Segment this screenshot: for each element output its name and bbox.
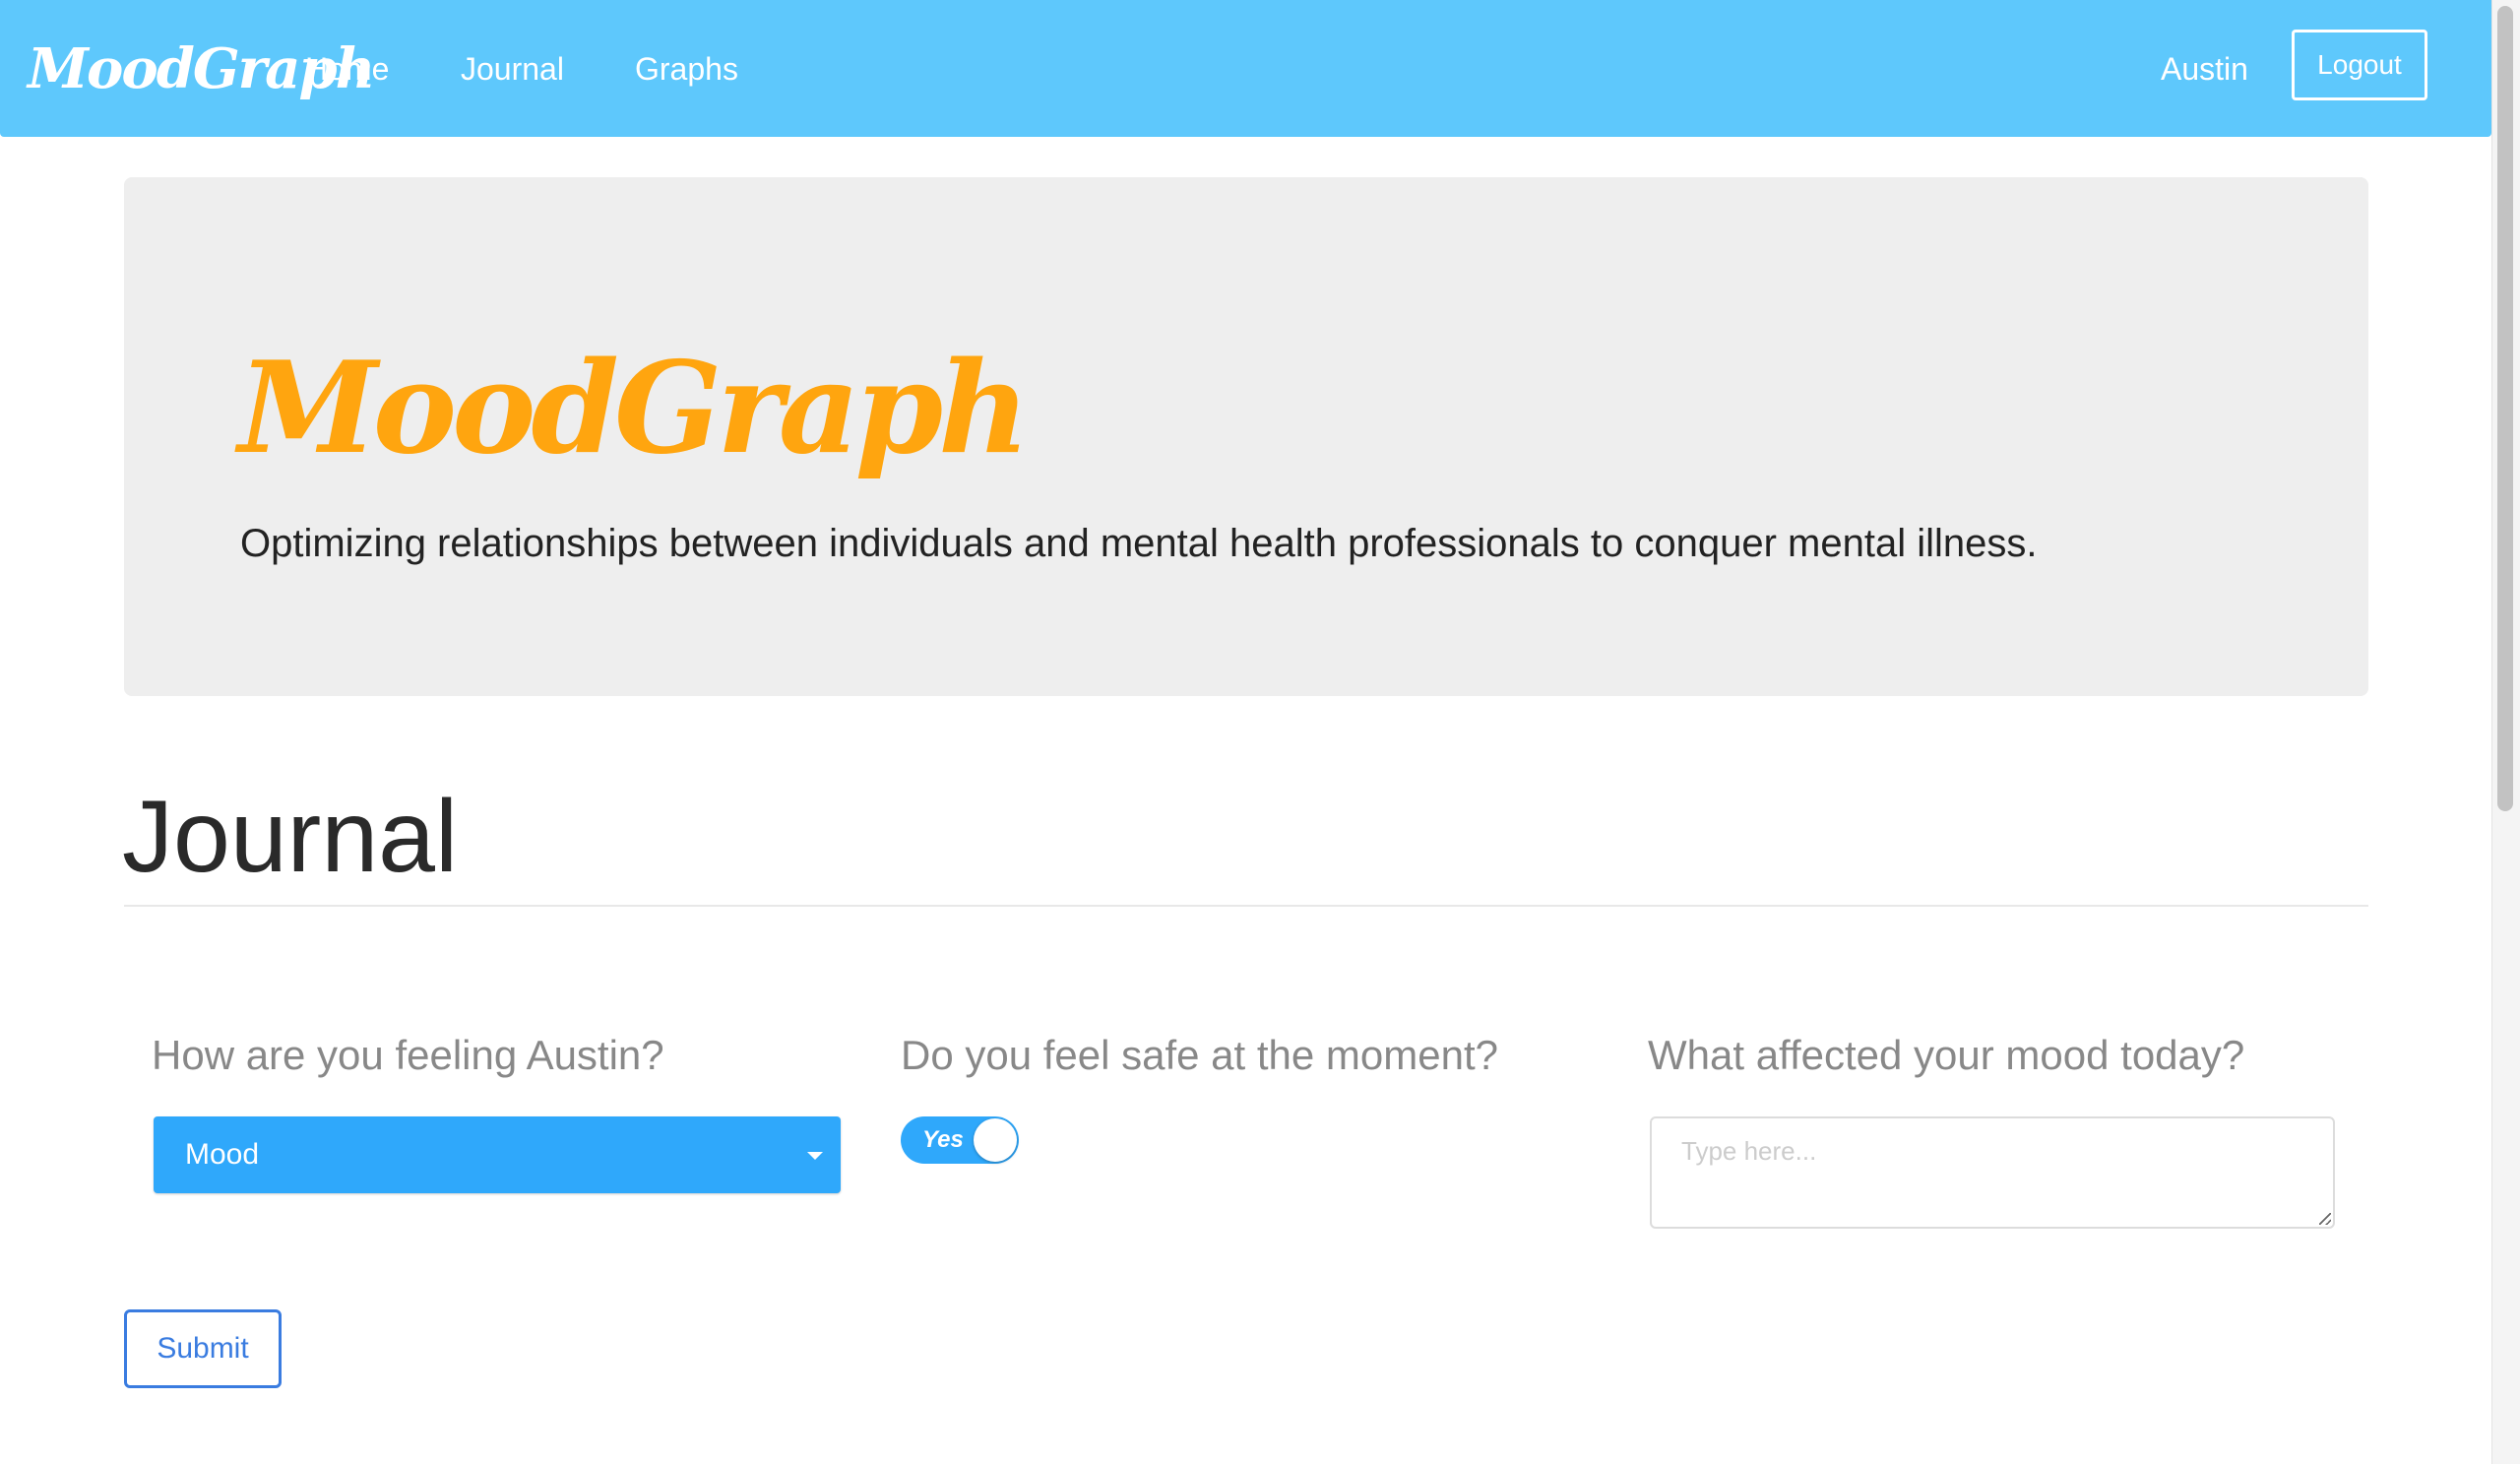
page-scrollbar-thumb[interactable] bbox=[2497, 6, 2513, 811]
safe-question-label: Do you feel safe at the moment? bbox=[901, 1032, 1499, 1078]
caret-down-icon bbox=[807, 1152, 823, 1160]
nav-link-journal[interactable]: Journal bbox=[461, 47, 564, 91]
mood-select[interactable]: Mood bbox=[154, 1116, 841, 1193]
hero-subtitle: Optimizing relationships between individ… bbox=[240, 522, 2038, 565]
mood-select-value: Mood bbox=[185, 1138, 260, 1171]
page-title: Journal bbox=[122, 780, 459, 894]
feeling-question-label: How are you feeling Austin? bbox=[152, 1032, 664, 1078]
safe-toggle-label: Yes bbox=[922, 1126, 964, 1153]
nav-link-graphs[interactable]: Graphs bbox=[635, 47, 738, 91]
safe-toggle[interactable]: Yes bbox=[901, 1116, 1019, 1164]
logout-button[interactable]: Logout bbox=[2292, 30, 2427, 100]
toggle-knob bbox=[974, 1118, 1017, 1162]
hero-title: MoodGraph bbox=[238, 335, 1030, 482]
affected-question-label: What affected your mood today? bbox=[1648, 1032, 2245, 1078]
resize-grip-icon[interactable] bbox=[2319, 1213, 2331, 1225]
mood-reason-textarea[interactable] bbox=[1650, 1116, 2335, 1229]
header-divider bbox=[124, 905, 2368, 907]
submit-button[interactable]: Submit bbox=[124, 1309, 282, 1388]
user-name[interactable]: Austin bbox=[2161, 47, 2248, 91]
top-navbar: MoodGraph Home Journal Graphs Austin Log… bbox=[0, 0, 2491, 137]
nav-link-home[interactable]: Home bbox=[305, 47, 389, 91]
